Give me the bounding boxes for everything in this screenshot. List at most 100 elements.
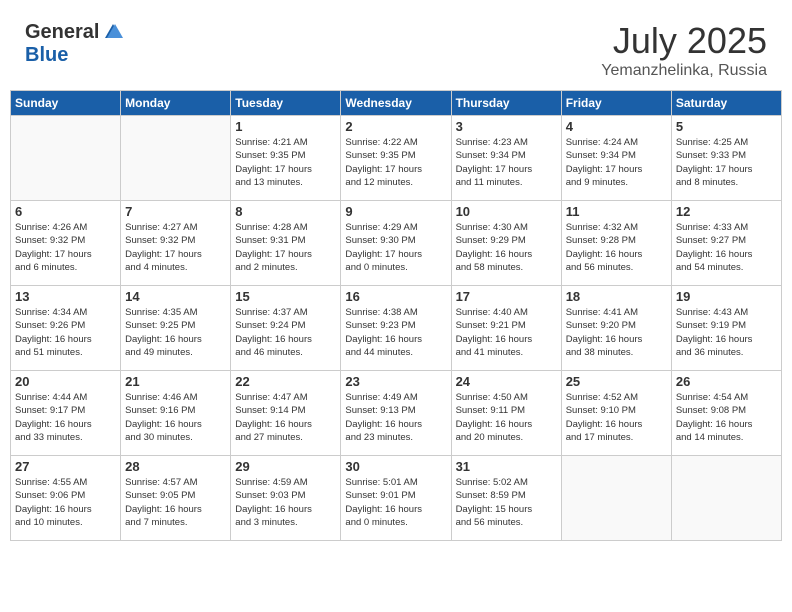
col-monday: Monday (121, 91, 231, 116)
day-number: 26 (676, 374, 777, 389)
day-info: Sunrise: 4:35 AMSunset: 9:25 PMDaylight:… (125, 306, 226, 359)
day-number: 14 (125, 289, 226, 304)
day-info: Sunrise: 4:28 AMSunset: 9:31 PMDaylight:… (235, 221, 336, 274)
day-number: 25 (566, 374, 667, 389)
day-number: 12 (676, 204, 777, 219)
day-info: Sunrise: 4:43 AMSunset: 9:19 PMDaylight:… (676, 306, 777, 359)
table-row (561, 456, 671, 541)
calendar-week-row: 20Sunrise: 4:44 AMSunset: 9:17 PMDayligh… (11, 371, 782, 456)
day-number: 4 (566, 119, 667, 134)
col-wednesday: Wednesday (341, 91, 451, 116)
table-row: 23Sunrise: 4:49 AMSunset: 9:13 PMDayligh… (341, 371, 451, 456)
table-row: 6Sunrise: 4:26 AMSunset: 9:32 PMDaylight… (11, 201, 121, 286)
table-row: 1 Sunrise: 4:21 AMSunset: 9:35 PMDaylight… (231, 116, 341, 201)
day-number: 3 (456, 119, 557, 134)
day-number: 27 (15, 459, 116, 474)
col-tuesday: Tuesday (231, 91, 341, 116)
day-info: Sunrise: 4:52 AMSunset: 9:10 PMDaylight:… (566, 391, 667, 444)
day-number: 24 (456, 374, 557, 389)
day-number: 5 (676, 119, 777, 134)
day-info: Sunrise: 5:01 AMSunset: 9:01 PMDaylight:… (345, 476, 446, 529)
day-number: 22 (235, 374, 336, 389)
day-info: Sunrise: 4:34 AMSunset: 9:26 PMDaylight:… (15, 306, 116, 359)
calendar-table: Sunday Monday Tuesday Wednesday Thursday… (10, 90, 782, 541)
table-row: 19 Sunrise: 4:43 AMSunset: 9:19 PMDayligh… (671, 286, 781, 371)
day-number: 23 (345, 374, 446, 389)
day-info: Sunrise: 4:41 AMSunset: 9:20 PMDaylight:… (566, 306, 667, 359)
table-row (671, 456, 781, 541)
day-info: Sunrise: 4:30 AMSunset: 9:29 PMDaylight:… (456, 221, 557, 274)
table-row: 22 Sunrise: 4:47 AMSunset: 9:14 PMDayligh… (231, 371, 341, 456)
table-row: 17 Sunrise: 4:40 AMSunset: 9:21 PMDayligh… (451, 286, 561, 371)
table-row: 26 Sunrise: 4:54 AMSunset: 9:08 PMDayligh… (671, 371, 781, 456)
day-info: Sunrise: 4:23 AMSunset: 9:34 PMDaylight:… (456, 136, 557, 189)
calendar-week-row: 1 Sunrise: 4:21 AMSunset: 9:35 PMDaylight… (11, 116, 782, 201)
logo: General Blue (25, 20, 125, 67)
day-number: 7 (125, 204, 226, 219)
col-friday: Friday (561, 91, 671, 116)
day-number: 20 (15, 374, 116, 389)
calendar-week-row: 6Sunrise: 4:26 AMSunset: 9:32 PMDaylight… (11, 201, 782, 286)
col-sunday: Sunday (11, 91, 121, 116)
table-row: 12 Sunrise: 4:33 AMSunset: 9:27 PMDayligh… (671, 201, 781, 286)
day-number: 15 (235, 289, 336, 304)
header: General Blue July 2025 Yemanzhelinka, Ru… (10, 10, 782, 85)
calendar-week-row: 27 Sunrise: 4:55 AMSunset: 9:06 PMDayligh… (11, 456, 782, 541)
day-info: Sunrise: 4:22 AMSunset: 9:35 PMDaylight:… (345, 136, 446, 189)
day-number: 31 (456, 459, 557, 474)
table-row: 28 Sunrise: 4:57 AMSunset: 9:05 PMDayligh… (121, 456, 231, 541)
day-number: 28 (125, 459, 226, 474)
day-number: 29 (235, 459, 336, 474)
table-row: 13 Sunrise: 4:34 AMSunset: 9:26 PMDayligh… (11, 286, 121, 371)
day-number: 8 (235, 204, 336, 219)
table-row: 2 Sunrise: 4:22 AMSunset: 9:35 PMDaylight… (341, 116, 451, 201)
table-row: 10Sunrise: 4:30 AMSunset: 9:29 PMDayligh… (451, 201, 561, 286)
table-row: 5 Sunrise: 4:25 AMSunset: 9:33 PMDaylight… (671, 116, 781, 201)
table-row (121, 116, 231, 201)
day-number: 13 (15, 289, 116, 304)
day-info: Sunrise: 4:54 AMSunset: 9:08 PMDaylight:… (676, 391, 777, 444)
table-row: 27 Sunrise: 4:55 AMSunset: 9:06 PMDayligh… (11, 456, 121, 541)
day-info: Sunrise: 4:37 AMSunset: 9:24 PMDaylight:… (235, 306, 336, 359)
table-row: 25 Sunrise: 4:52 AMSunset: 9:10 PMDayligh… (561, 371, 671, 456)
day-number: 9 (345, 204, 446, 219)
table-row: 29 Sunrise: 4:59 AMSunset: 9:03 PMDayligh… (231, 456, 341, 541)
table-row: 14 Sunrise: 4:35 AMSunset: 9:25 PMDayligh… (121, 286, 231, 371)
col-thursday: Thursday (451, 91, 561, 116)
table-row: 3 Sunrise: 4:23 AMSunset: 9:34 PMDaylight… (451, 116, 561, 201)
table-row: 18 Sunrise: 4:41 AMSunset: 9:20 PMDayligh… (561, 286, 671, 371)
calendar-week-row: 13 Sunrise: 4:34 AMSunset: 9:26 PMDayligh… (11, 286, 782, 371)
day-number: 18 (566, 289, 667, 304)
day-info: Sunrise: 4:33 AMSunset: 9:27 PMDaylight:… (676, 221, 777, 274)
day-info: Sunrise: 4:32 AMSunset: 9:28 PMDaylight:… (566, 221, 667, 274)
day-info: Sunrise: 4:46 AMSunset: 9:16 PMDaylight:… (125, 391, 226, 444)
day-number: 19 (676, 289, 777, 304)
calendar-header-row: Sunday Monday Tuesday Wednesday Thursday… (11, 91, 782, 116)
day-number: 6 (15, 204, 116, 219)
day-info: Sunrise: 4:55 AMSunset: 9:06 PMDaylight:… (15, 476, 116, 529)
day-number: 1 (235, 119, 336, 134)
day-number: 16 (345, 289, 446, 304)
day-info: Sunrise: 4:25 AMSunset: 9:33 PMDaylight:… (676, 136, 777, 189)
day-info: Sunrise: 4:50 AMSunset: 9:11 PMDaylight:… (456, 391, 557, 444)
day-number: 21 (125, 374, 226, 389)
day-number: 2 (345, 119, 446, 134)
table-row: 24 Sunrise: 4:50 AMSunset: 9:11 PMDayligh… (451, 371, 561, 456)
day-info: Sunrise: 4:59 AMSunset: 9:03 PMDaylight:… (235, 476, 336, 529)
day-info: Sunrise: 4:47 AMSunset: 9:14 PMDaylight:… (235, 391, 336, 444)
day-info: Sunrise: 5:02 AMSunset: 8:59 PMDaylight:… (456, 476, 557, 529)
table-row: 15 Sunrise: 4:37 AMSunset: 9:24 PMDayligh… (231, 286, 341, 371)
day-info: Sunrise: 4:40 AMSunset: 9:21 PMDaylight:… (456, 306, 557, 359)
location-title: Yemanzhelinka, Russia (601, 62, 767, 80)
table-row: 7 Sunrise: 4:27 AMSunset: 9:32 PMDaylight… (121, 201, 231, 286)
day-number: 17 (456, 289, 557, 304)
table-row: 4 Sunrise: 4:24 AMSunset: 9:34 PMDaylight… (561, 116, 671, 201)
table-row: 16Sunrise: 4:38 AMSunset: 9:23 PMDayligh… (341, 286, 451, 371)
table-row: 30Sunrise: 5:01 AMSunset: 9:01 PMDayligh… (341, 456, 451, 541)
day-info: Sunrise: 4:57 AMSunset: 9:05 PMDaylight:… (125, 476, 226, 529)
logo-general-text: General (25, 21, 99, 44)
day-info: Sunrise: 4:21 AMSunset: 9:35 PMDaylight:… (235, 136, 336, 189)
day-info: Sunrise: 4:29 AMSunset: 9:30 PMDaylight:… (345, 221, 446, 274)
day-info: Sunrise: 4:24 AMSunset: 9:34 PMDaylight:… (566, 136, 667, 189)
day-info: Sunrise: 4:27 AMSunset: 9:32 PMDaylight:… (125, 221, 226, 274)
